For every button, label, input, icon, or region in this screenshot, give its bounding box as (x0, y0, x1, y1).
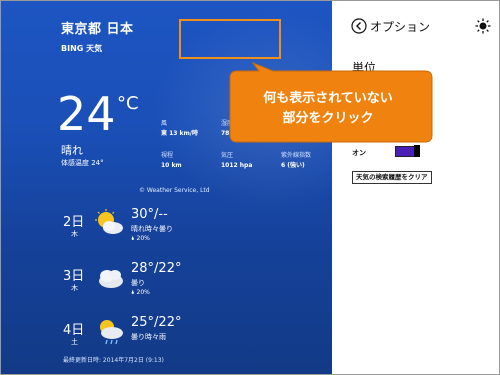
detail-label: 風 (161, 120, 168, 127)
current-temperature-block: 24 °C (57, 87, 139, 141)
detail-pressure: 気圧 1012 hpa (221, 151, 252, 171)
click-target-highlight (179, 19, 281, 59)
options-title: オプション (370, 19, 431, 34)
back-button[interactable] (350, 17, 368, 35)
temperature-unit[interactable]: °C (117, 93, 139, 114)
options-pane: オプション 単位 オン 天気の検索履歴をクリア (332, 1, 499, 374)
detail-value: 東 13 km/時 (161, 130, 198, 137)
current-condition: 晴れ (61, 144, 83, 157)
forecast-temps: 28°/22° (131, 261, 182, 276)
last-updated: 最終更新日時: 2014年7月2日 (9:13) (63, 357, 164, 364)
cloud-icon (99, 270, 123, 288)
forecast-date: 3日 (63, 269, 85, 284)
detail-label: 視程 (161, 152, 174, 159)
forecast-temps: 30°/-- (131, 207, 168, 222)
detail-value: 6 (強い) (281, 162, 305, 169)
callout-line-1: 何も表示されていない (263, 91, 393, 106)
forecast-desc: 晴れ時々曇り (131, 225, 173, 233)
forecast-date: 4日 (63, 323, 85, 338)
callout-text: 何も表示されていない 部分をクリック (226, 89, 430, 129)
sun-cloud-icon (95, 209, 123, 234)
options-header: オプション (350, 16, 430, 36)
forecast-rain-chance: 🌢 20% (131, 235, 150, 242)
forecast-rain-chance: 🌢 20% (131, 289, 150, 296)
search-history-toggle[interactable] (395, 145, 420, 157)
detail-label: 紫外線指数 (281, 152, 312, 159)
detail-visibility: 視程 10 km (161, 151, 182, 171)
forecast-weekday: 木 (71, 230, 78, 238)
forecast-day[interactable]: 3日 木 28°/22° 曇り 🌢 20% (63, 261, 263, 315)
forecast-day[interactable]: 2日 木 30°/-- 晴れ時々曇り 🌢 20% (63, 207, 263, 261)
detail-wind: 風 東 13 km/時 (161, 119, 198, 139)
current-temperature: 24 (57, 87, 116, 141)
detail-label: 気圧 (221, 152, 234, 159)
back-arrow-icon (351, 18, 367, 34)
forecast-weekday: 木 (71, 284, 78, 292)
brightness-button[interactable] (475, 18, 491, 34)
units-heading: 単位 (352, 61, 377, 75)
data-credit: © Weather Service, Ltd (139, 187, 210, 194)
callout-line-2: 部分をクリック (282, 111, 374, 126)
feels-like: 体感温度 24° (61, 159, 104, 167)
detail-value: 1012 hpa (221, 162, 253, 169)
forecast-weekday: 土 (71, 338, 78, 346)
forecast-temps: 25°/22° (131, 315, 182, 330)
forecast-date: 2日 (63, 215, 85, 230)
detail-uv-index: 紫外線指数 6 (強い) (281, 151, 311, 171)
clear-search-history-button[interactable]: 天気の検索履歴をクリア (352, 171, 432, 184)
city-name: 東京都 日本 (61, 22, 134, 37)
screenshot-frame: 東京都 日本 BING 天気 24 °C 晴れ 体感温度 24° 風 東 13 … (0, 0, 500, 375)
sun-icon (475, 18, 491, 34)
provider-label: BING 天気 (61, 44, 103, 53)
forecast-desc: 曇り時々雨 (131, 333, 166, 341)
forecast-desc: 曇り (131, 279, 145, 287)
weather-app[interactable]: 東京都 日本 BING 天気 24 °C 晴れ 体感温度 24° 風 東 13 … (1, 1, 332, 374)
toggle-thumb[interactable] (414, 145, 420, 157)
detail-value: 10 km (161, 162, 182, 169)
detail-value: 78 (221, 130, 230, 137)
toggle-state-label: オン (352, 149, 366, 157)
cloud-rain-icon (100, 320, 123, 345)
